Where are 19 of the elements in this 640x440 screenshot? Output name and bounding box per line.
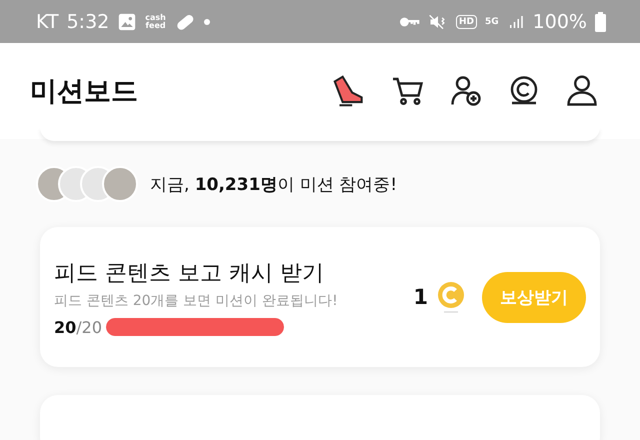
photo-placeholder	[102, 166, 138, 202]
hd-icon: HD	[456, 14, 478, 28]
network-type-text: 5G	[485, 16, 499, 26]
reward-amount: 1	[413, 285, 428, 309]
dot-icon	[204, 18, 210, 24]
image-icon	[117, 12, 138, 32]
claim-reward-button[interactable]: 보상받기	[482, 272, 586, 322]
app-logo: cash feed	[145, 14, 166, 30]
page-title: 미션보드	[30, 75, 139, 109]
mission-title: 피드 콘텐츠 보고 캐시 받기	[54, 260, 325, 288]
mission-description: 피드 콘텐츠 20개를 보면 미션이 완료됩니다!	[54, 292, 339, 310]
clock-text: 5:32	[66, 10, 110, 32]
carrier-text: KT	[36, 10, 59, 32]
battery-text: 100%	[532, 10, 587, 32]
progress-count: 20	[54, 318, 76, 336]
coin-icon	[436, 281, 466, 313]
participants-text: 지금, 10,231명이 미션 참여중!	[150, 174, 398, 196]
progress-total: /20	[76, 318, 102, 336]
battery-icon	[595, 12, 606, 32]
